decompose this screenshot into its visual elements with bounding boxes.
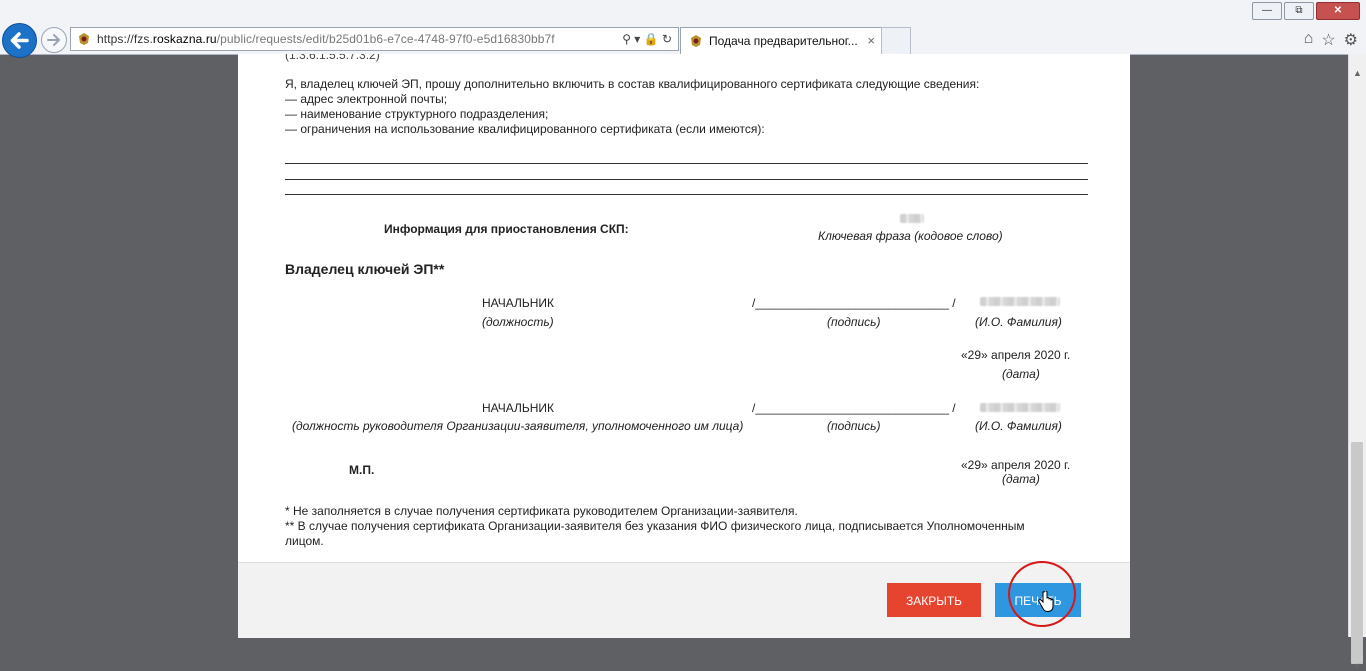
document-page: (1.3.6.1.5.5.7.3.2) Я, владелец ключей Э… — [238, 54, 1130, 562]
blank-line — [285, 179, 1088, 180]
scroll-down-icon[interactable]: ▼ — [1353, 661, 1362, 671]
footnote-2-cont: лицом. — [285, 534, 324, 548]
date-value: «29» апреля 2020 г. — [961, 348, 1071, 362]
signature-line: /_____________________________ / — [752, 296, 956, 310]
name-redacted — [980, 297, 1060, 306]
tab-active[interactable]: Подача предварительног... × — [680, 27, 882, 54]
restore-button[interactable]: ⧉ — [1284, 2, 1314, 20]
forward-button[interactable] — [41, 27, 67, 53]
position-value: НАЧАЛЬНИК — [482, 401, 555, 415]
address-bar-icons[interactable]: ⚲ ▾ 🔒 ↻ — [622, 28, 672, 50]
forward-arrow-icon — [47, 34, 61, 46]
home-icon[interactable]: ⌂ — [1304, 30, 1314, 50]
passphrase-caption: Ключевая фраза (кодовое слово) — [818, 229, 1003, 243]
position-value: НАЧАЛЬНИК — [482, 296, 555, 310]
back-button[interactable] — [2, 23, 37, 58]
tab-close-icon[interactable]: × — [867, 28, 875, 54]
include-intro: Я, владелец ключей ЭП, прошу дополнитель… — [285, 77, 980, 91]
owner-heading: Владелец ключей ЭП** — [285, 261, 445, 277]
browser-chrome: — ⧉ ✕ https://fzs.roskazna.ru/public/req… — [0, 0, 1366, 58]
scroll-thumb[interactable] — [1351, 442, 1363, 664]
position-caption: (должность) — [482, 315, 554, 329]
include-dept-item: — наименование структурного подразделени… — [285, 107, 549, 121]
window-close-button[interactable]: ✕ — [1316, 2, 1360, 20]
back-arrow-icon — [10, 32, 29, 49]
date-caption: (дата) — [1002, 472, 1040, 486]
scroll-up-icon[interactable]: ▲ — [1353, 68, 1362, 78]
signature-caption: (подпись) — [827, 419, 881, 433]
passphrase-redacted — [900, 214, 924, 223]
settings-gear-icon[interactable]: ⚙ — [1344, 30, 1358, 50]
minimize-button[interactable]: — — [1252, 2, 1282, 20]
hand-cursor-icon — [1038, 590, 1054, 618]
oid-text: (1.3.6.1.5.5.7.3.2) — [285, 54, 380, 62]
pointer-hand-icon — [1038, 590, 1054, 613]
suspend-info-label: Информация для приостановления СКП: — [384, 222, 629, 236]
favorites-star-icon[interactable]: ☆ — [1321, 30, 1335, 50]
position-caption: (должность руководителя Организации-заяв… — [292, 419, 744, 433]
footnote-2: ** В случае получения сертификата Органи… — [285, 519, 1025, 533]
address-bar[interactable]: https://fzs.roskazna.ru/public/requests/… — [70, 27, 679, 51]
toolbar-icons: ⌂ ☆ ⚙ — [1304, 30, 1358, 50]
signature-caption: (подпись) — [827, 315, 881, 329]
site-emblem-icon — [79, 33, 89, 45]
signature-line: /_____________________________ / — [752, 401, 956, 415]
close-button[interactable]: ЗАКРЫТЬ — [887, 583, 981, 617]
date-value: «29» апреля 2020 г. — [961, 458, 1071, 472]
site-emblem-icon — [691, 35, 701, 47]
url-text: https://fzs.roskazna.ru/public/requests/… — [97, 32, 555, 46]
date-caption: (дата) — [1002, 367, 1040, 381]
blank-line — [285, 163, 1088, 164]
name-caption: (И.О. Фамилия) — [975, 419, 1062, 433]
dialog-footer: ЗАКРЫТЬ ПЕЧАТЬ — [238, 562, 1130, 638]
name-redacted — [980, 403, 1060, 412]
name-caption: (И.О. Фамилия) — [975, 315, 1062, 329]
new-tab-button[interactable] — [881, 27, 911, 54]
vertical-scrollbar[interactable]: ▲ ▼ — [1348, 54, 1366, 671]
include-email-item: — адрес электронной почты; — [285, 92, 448, 106]
tab-title: Подача предварительног... — [709, 34, 858, 48]
footnote-1: * Не заполняется в случае получения серт… — [285, 504, 798, 518]
include-limits-item: — ограничения на использование квалифици… — [285, 122, 765, 136]
window-controls: — ⧉ ✕ — [1252, 2, 1360, 20]
blank-line — [285, 194, 1088, 195]
stamp-label: М.П. — [349, 463, 375, 477]
